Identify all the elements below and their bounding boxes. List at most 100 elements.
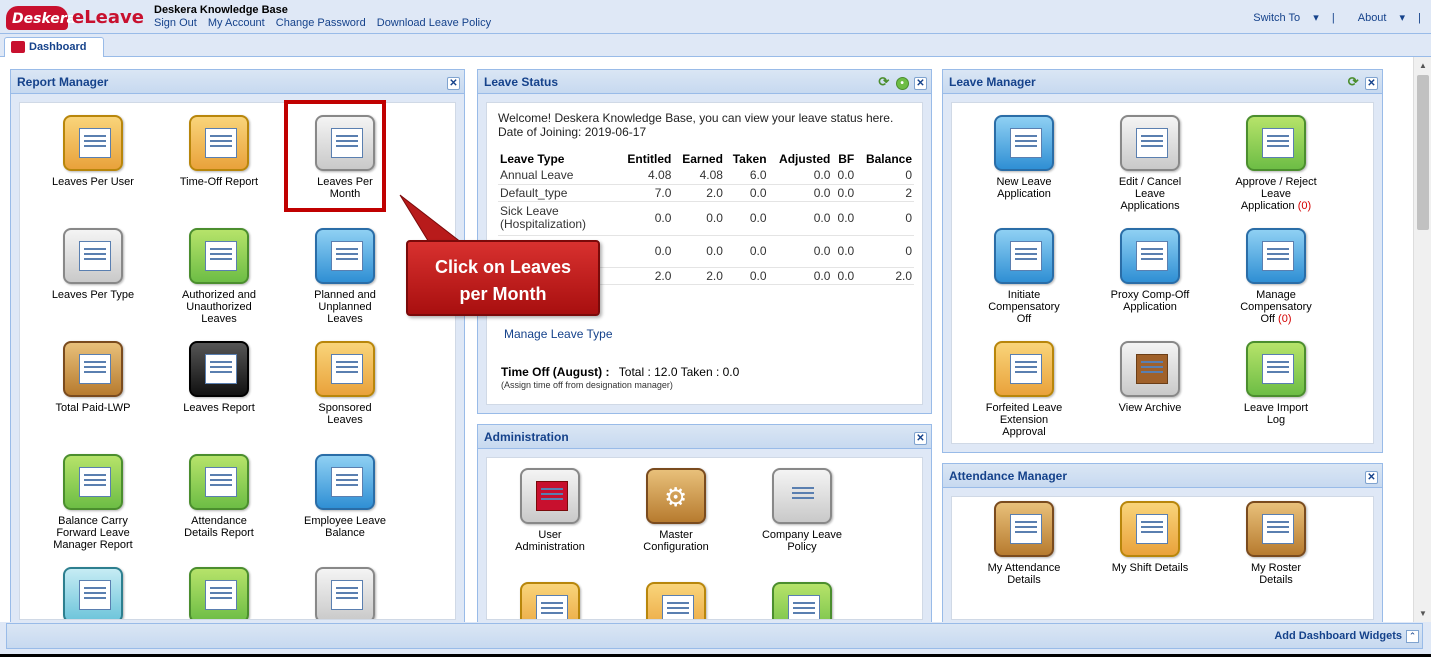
report-leaves-per-user[interactable]: Leaves Per User <box>30 115 156 188</box>
report-manager-body: Leaves Per User Time-Off Report Leaves P… <box>19 102 456 620</box>
report-leaves-report[interactable]: Leaves Report <box>156 341 282 414</box>
administration-panel: Administration ✕ User Administration ⚙ M… <box>477 424 932 622</box>
manage-comp-off[interactable]: Manage Compensatory Off (0) <box>1213 228 1339 325</box>
attendance-manager-title: Attendance Manager <box>949 469 1068 483</box>
leave-status-header: Leave Status ⟳ • ✕ <box>478 70 931 94</box>
instruction-callout: Click on Leaves per Month <box>406 240 600 316</box>
admin-item-6[interactable] <box>739 582 865 619</box>
manage-comp-off-text: Manage Compensatory Off <box>1240 289 1312 325</box>
cell: 2 <box>856 184 914 202</box>
separator: | <box>1418 12 1421 24</box>
my-shift-details[interactable]: My Shift Details <box>1087 501 1213 574</box>
download-leave-policy-link[interactable]: Download Leave Policy <box>377 17 491 29</box>
new-application-icon <box>994 115 1054 171</box>
more-icon[interactable]: • <box>895 77 909 90</box>
time-off-summary: Time Off (August) : Total : 12.0 Taken :… <box>501 365 739 390</box>
cell: 2.0 <box>618 267 674 285</box>
initiate-comp-off[interactable]: Initiate Compensatory Off <box>961 228 1087 325</box>
close-icon[interactable]: ✕ <box>914 77 927 90</box>
edit-cancel-leave[interactable]: Edit / Cancel Leave Applications <box>1087 115 1213 212</box>
report-authorized-unauthorized[interactable]: Authorized and Unauthorized Leaves <box>156 228 282 325</box>
refresh-icon[interactable]: ⟳ <box>1347 75 1360 89</box>
attendance-label: My Roster Details <box>1250 562 1302 586</box>
report-item-13[interactable] <box>30 567 156 619</box>
report-balance-carry-forward[interactable]: Balance Carry Forward Leave Manager Repo… <box>30 454 156 551</box>
time-off-value: Total : 12.0 Taken : 0.0 <box>618 365 740 379</box>
sponsored-leaves-icon <box>315 341 375 397</box>
report-label: Planned and Unplanned Leaves <box>314 289 376 325</box>
leave-balance-icon <box>315 454 375 510</box>
manage-leave-type-link[interactable]: Manage Leave Type <box>504 327 613 341</box>
add-dashboard-widgets-link[interactable]: Add Dashboard Widgets <box>1274 630 1402 642</box>
scroll-down-icon[interactable]: ▼ <box>1419 609 1427 618</box>
report-sponsored-leaves[interactable]: Sponsored Leaves <box>282 341 408 426</box>
report-employee-leave-balance[interactable]: Employee Leave Balance <box>282 454 408 539</box>
report-item-15[interactable] <box>282 567 408 619</box>
report-label: Balance Carry Forward Leave Manager Repo… <box>53 515 133 551</box>
manage-comp-off-icon <box>1246 228 1306 284</box>
welcome-text: Welcome! Deskera Knowledge Base, you can… <box>498 111 894 125</box>
date-of-joining: Date of Joining: 2019-06-17 <box>498 125 918 139</box>
table-row: Default_type 7.0 2.0 0.0 0.0 0.0 2 <box>498 184 914 202</box>
report-leaves-per-type[interactable]: Leaves Per Type <box>30 228 156 301</box>
scroll-thumb[interactable] <box>1417 75 1429 230</box>
close-icon[interactable]: ✕ <box>447 77 460 90</box>
about-menu[interactable]: About ▾ <box>1348 12 1405 24</box>
cell: 2.0 <box>673 184 725 202</box>
vertical-scrollbar[interactable]: ▲ ▼ <box>1413 57 1431 622</box>
attendance-icon <box>994 501 1054 557</box>
forfeited-leave-extension[interactable]: Forfeited Leave Extension Approval <box>961 341 1087 438</box>
company-name: Deskera Knowledge Base <box>154 4 288 16</box>
report-attendance-details[interactable]: Attendance Details Report <box>156 454 282 539</box>
close-icon[interactable]: ✕ <box>914 432 927 445</box>
cell: 2.0 <box>856 267 914 285</box>
leave-manager-label: Manage Compensatory Off (0) <box>1234 289 1318 325</box>
change-password-link[interactable]: Change Password <box>276 17 366 29</box>
cell: 0.0 <box>832 267 857 285</box>
new-leave-application[interactable]: New Leave Application <box>961 115 1087 200</box>
report-item-14[interactable] <box>156 567 282 619</box>
switch-to-menu[interactable]: Switch To ▾ <box>1243 12 1318 24</box>
admin-user-administration[interactable]: User Administration <box>487 468 613 553</box>
admin-master-configuration[interactable]: ⚙ Master Configuration <box>613 468 739 553</box>
report-time-off[interactable]: Time-Off Report <box>156 115 282 188</box>
close-icon[interactable]: ✕ <box>1365 471 1378 484</box>
cell: 0.0 <box>832 184 857 202</box>
edit-cancel-icon <box>1120 115 1180 171</box>
gavel-icon <box>772 468 832 524</box>
report-total-paid-lwp[interactable]: Total Paid-LWP <box>30 341 156 414</box>
sign-out-link[interactable]: Sign Out <box>154 17 197 29</box>
my-roster-details[interactable]: My Roster Details <box>1213 501 1339 586</box>
proxy-comp-off[interactable]: Proxy Comp-Off Application <box>1087 228 1213 313</box>
callout-line-1: Click on Leaves <box>434 257 572 277</box>
leave-manager-label: Forfeited Leave Extension Approval <box>985 402 1063 438</box>
col-entitled: Entitled <box>627 152 672 166</box>
approve-reject-leave[interactable]: Approve / Reject Leave Application (0) <box>1213 115 1339 212</box>
my-attendance-details[interactable]: My Attendance Details <box>961 501 1087 586</box>
admin-company-leave-policy[interactable]: Company Leave Policy <box>739 468 865 553</box>
expand-up-icon[interactable]: ⌃ <box>1406 630 1419 643</box>
my-account-link[interactable]: My Account <box>208 17 265 29</box>
admin-item-5[interactable] <box>613 582 739 619</box>
footer: Add Dashboard Widgets ⌃ <box>0 622 1431 657</box>
logo-text: Deskera <box>12 11 77 27</box>
cell: 0.0 <box>832 167 857 185</box>
report-label: Employee Leave Balance <box>304 515 386 539</box>
tab-dashboard[interactable]: Dashboard <box>4 37 104 58</box>
refresh-icon[interactable]: ⟳ <box>877 75 890 89</box>
view-archive[interactable]: View Archive <box>1087 341 1213 414</box>
time-off-note: (Assign time off from designation manage… <box>501 380 673 390</box>
calendar-clock-icon <box>315 567 375 619</box>
leave-import-log[interactable]: Leave Import Log <box>1213 341 1339 426</box>
scroll-up-icon[interactable]: ▲ <box>1419 61 1427 70</box>
leave-manager-header: Leave Manager ⟳ ✕ <box>943 70 1382 94</box>
admin-label: Master Configuration <box>643 529 709 553</box>
col-leave-type: Leave Type <box>500 152 565 166</box>
cell: 0.0 <box>768 235 833 268</box>
leave-status-title: Leave Status <box>484 75 559 89</box>
close-icon[interactable]: ✕ <box>1365 77 1378 90</box>
report-planned-unplanned[interactable]: Planned and Unplanned Leaves <box>282 228 408 325</box>
attendance-report-icon <box>189 454 249 510</box>
admin-item-4[interactable] <box>487 582 613 619</box>
pending-count-badge: (0) <box>1278 313 1292 325</box>
